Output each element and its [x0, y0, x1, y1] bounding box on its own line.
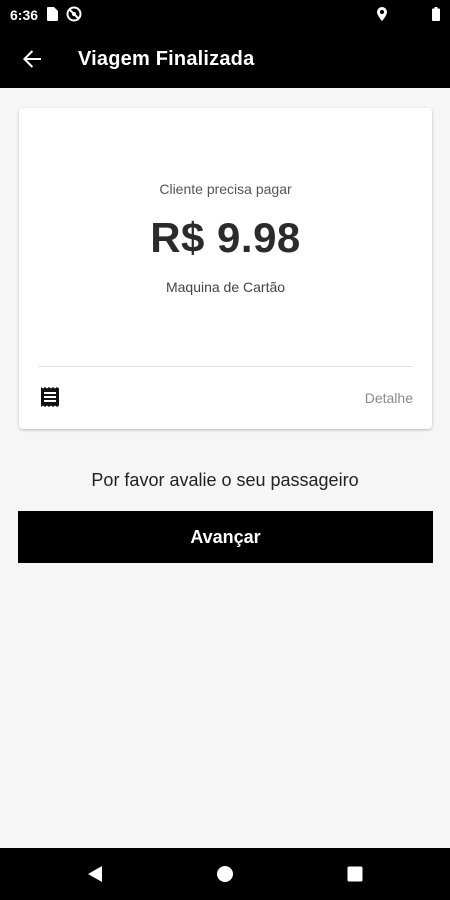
- battery-icon: [432, 6, 440, 24]
- payment-card: Cliente precisa pagar R$ 9.98 Maquina de…: [19, 108, 432, 429]
- nav-home-button[interactable]: [160, 848, 290, 900]
- payment-method: Maquina de Cartão: [165, 279, 286, 295]
- payment-amount: R$ 9.98: [150, 214, 301, 261]
- back-triangle-icon: [88, 866, 102, 882]
- next-button[interactable]: Avançar: [18, 511, 433, 563]
- app-bar: Viagem Finalizada: [0, 30, 450, 88]
- arrow-back-icon: [23, 50, 41, 68]
- no-disturb-icon: [66, 6, 82, 25]
- recents-square-icon: [347, 866, 363, 882]
- status-bar: 6:36: [0, 0, 450, 30]
- nav-back-button[interactable]: [30, 848, 160, 900]
- status-time: 6:36: [10, 7, 39, 23]
- home-circle-icon: [217, 866, 233, 882]
- detail-link[interactable]: Detalhe: [365, 390, 413, 406]
- back-button[interactable]: [0, 30, 64, 88]
- nav-recents-button[interactable]: [290, 848, 420, 900]
- payment-label: Cliente precisa pagar: [159, 181, 292, 197]
- location-icon: [376, 6, 388, 24]
- system-nav-bar: [0, 848, 450, 900]
- sim-card-icon: [46, 6, 59, 24]
- rating-prompt: Por favor avalie o seu passageiro: [91, 470, 359, 490]
- page-title: Viagem Finalizada: [78, 47, 255, 70]
- receipt-icon: [41, 387, 59, 407]
- card-divider: [38, 366, 413, 367]
